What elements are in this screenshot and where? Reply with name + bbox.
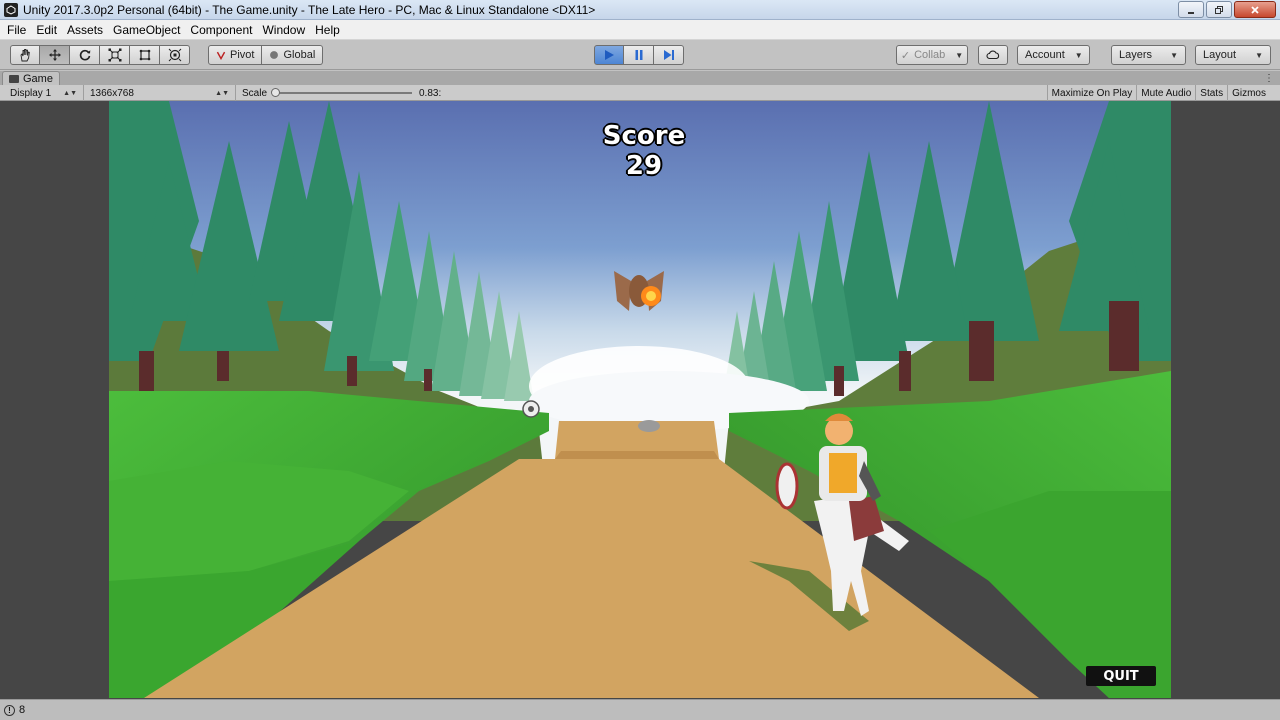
close-button[interactable] xyxy=(1234,1,1276,18)
rect-tool-button[interactable] xyxy=(130,45,160,65)
tab-game-label: Game xyxy=(23,72,53,85)
global-label: Global xyxy=(283,49,316,61)
menu-help[interactable]: Help xyxy=(310,23,345,37)
layers-label: Layers xyxy=(1119,49,1153,61)
stats-toggle[interactable]: Stats xyxy=(1195,85,1227,101)
menu-bar: File Edit Assets GameObject Component Wi… xyxy=(0,20,1280,40)
scale-tool-button[interactable] xyxy=(100,45,130,65)
cloud-button[interactable] xyxy=(978,45,1008,65)
maximize-on-play-toggle[interactable]: Maximize On Play xyxy=(1046,85,1137,101)
display-dropdown[interactable]: Display 1 ▲▼ xyxy=(4,85,84,101)
layout-label: Layout xyxy=(1203,49,1237,61)
mute-audio-toggle[interactable]: Mute Audio xyxy=(1136,85,1195,101)
move-tool-button[interactable] xyxy=(40,45,70,65)
move-tool-icon xyxy=(48,49,61,61)
gizmos-dropdown[interactable]: Gizmos xyxy=(1227,85,1280,101)
scale-value-box: 0.83: xyxy=(413,85,447,101)
scale-slider-track[interactable] xyxy=(274,92,412,94)
pause-icon xyxy=(635,50,642,60)
info-icon: ! xyxy=(4,704,15,716)
transform-tool-button[interactable] xyxy=(160,45,190,65)
collab-check-icon: ✓ xyxy=(900,49,911,62)
pivot-global-group: Pivot Global xyxy=(208,45,324,65)
layers-dropdown[interactable]: Layers ▼ xyxy=(1111,45,1186,65)
game-viewport[interactable]: Score 29 QUIT xyxy=(109,101,1171,698)
status-bar: ! 8 xyxy=(0,699,1280,720)
rotate-tool-button[interactable] xyxy=(70,45,100,65)
main-toolbar: Pivot Global ✓ Collab ▼ Account ▼ Layers… xyxy=(0,41,1280,70)
updown-arrows-icon: ▲▼ xyxy=(63,89,77,97)
unity-logo-icon xyxy=(4,2,18,17)
scale-tool-icon xyxy=(108,48,121,62)
hand-tool-button[interactable] xyxy=(10,45,40,65)
hand-tool-icon xyxy=(20,49,30,62)
resolution-dropdown[interactable]: 1366x768 ▲▼ xyxy=(84,85,236,101)
menu-assets[interactable]: Assets xyxy=(62,23,108,37)
minimize-button[interactable] xyxy=(1178,1,1204,18)
globe-icon xyxy=(270,51,279,59)
collab-group: ✓ Collab ▼ xyxy=(896,45,968,65)
chevron-down-icon: ▼ xyxy=(1255,50,1263,60)
layout-group: Layout ▼ xyxy=(1195,45,1271,65)
step-button[interactable] xyxy=(654,45,684,65)
play-icon xyxy=(605,50,614,60)
game-scene xyxy=(109,101,1171,698)
close-icon xyxy=(1251,5,1259,14)
game-view-icon xyxy=(9,74,19,83)
updown-arrows-icon: ▲▼ xyxy=(215,89,229,97)
game-view-toolbar: Display 1 ▲▼ 1366x768 ▲▼ Scale 0.83: Max… xyxy=(0,85,1280,101)
chevron-down-icon: ▼ xyxy=(1074,50,1083,60)
gizmos-label: Gizmos xyxy=(1232,87,1266,99)
step-icon xyxy=(663,50,674,60)
pivot-icon xyxy=(216,51,226,60)
minimize-icon xyxy=(1188,11,1194,14)
menu-window[interactable]: Window xyxy=(257,23,310,37)
restore-button[interactable] xyxy=(1206,1,1232,18)
global-toggle[interactable]: Global xyxy=(262,45,324,65)
score-value: 29 xyxy=(625,151,663,181)
pivot-toggle[interactable]: Pivot xyxy=(208,45,263,65)
rect-tool-icon xyxy=(139,49,150,61)
pivot-label: Pivot xyxy=(230,49,255,61)
score-display: Score 29 xyxy=(579,121,709,181)
tab-menu-icon[interactable]: ⋮ xyxy=(1264,73,1274,84)
status-count: 8 xyxy=(19,704,26,716)
scale-label: Scale xyxy=(242,87,268,99)
transform-tool-icon xyxy=(168,48,181,62)
layers-group: Layers ▼ xyxy=(1111,45,1186,65)
menu-gameobject[interactable]: GameObject xyxy=(108,23,185,37)
display-label: Display 1 xyxy=(10,87,52,99)
account-group: Account ▼ xyxy=(1017,45,1090,65)
menu-file[interactable]: File xyxy=(2,23,31,37)
restore-icon xyxy=(1215,5,1223,14)
chevron-down-icon: ▼ xyxy=(1170,50,1178,60)
layout-dropdown[interactable]: Layout ▼ xyxy=(1195,45,1271,65)
tab-bar: Game ⋮ xyxy=(0,71,1280,85)
game-view-options: Maximize On Play Mute Audio Stats Gizmos xyxy=(1046,85,1280,101)
transform-tools xyxy=(10,45,190,65)
pause-button[interactable] xyxy=(624,45,654,65)
menu-component[interactable]: Component xyxy=(185,23,257,37)
collab-dropdown[interactable]: ✓ Collab ▼ xyxy=(896,45,968,65)
chevron-down-icon: ▼ xyxy=(955,50,964,60)
rotate-tool-icon xyxy=(79,49,90,61)
window-title: Unity 2017.3.0p2 Personal (64bit) - The … xyxy=(23,2,596,17)
menu-edit[interactable]: Edit xyxy=(31,23,62,37)
cloud-group xyxy=(978,45,1008,65)
scale-value: 0.83: xyxy=(419,87,442,99)
account-dropdown[interactable]: Account ▼ xyxy=(1017,45,1090,65)
title-bar: Unity 2017.3.0p2 Personal (64bit) - The … xyxy=(0,0,1280,20)
collab-label: Collab xyxy=(914,49,946,61)
cloud-icon xyxy=(986,50,1000,60)
playback-controls xyxy=(594,45,684,65)
scale-slider-thumb[interactable] xyxy=(271,88,280,97)
resolution-label: 1366x768 xyxy=(90,87,134,99)
tab-game[interactable]: Game xyxy=(2,71,60,85)
score-label: Score xyxy=(602,121,686,151)
play-button[interactable] xyxy=(594,45,624,65)
quit-button[interactable]: QUIT xyxy=(1086,666,1156,686)
account-label: Account xyxy=(1025,49,1065,61)
scale-label-box: Scale xyxy=(236,85,273,101)
